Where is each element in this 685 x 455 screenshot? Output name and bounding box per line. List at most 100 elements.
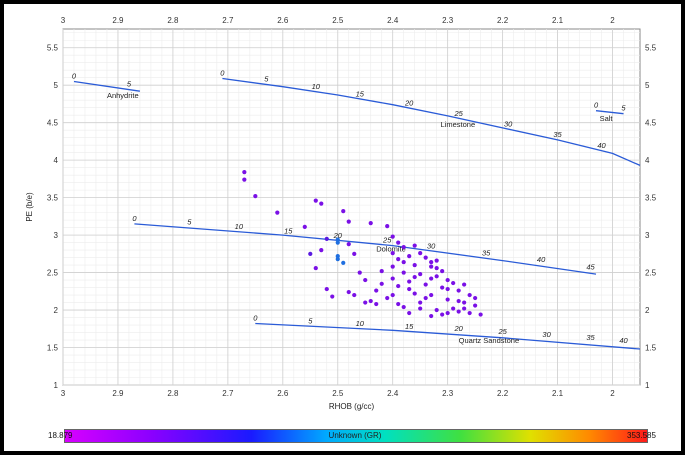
data-point bbox=[379, 268, 384, 274]
data-point bbox=[390, 276, 395, 281]
data-point bbox=[302, 224, 307, 229]
x-tick-label-bottom: 2.8 bbox=[167, 389, 179, 398]
porosity-label: 25 bbox=[453, 109, 463, 118]
data-point bbox=[363, 300, 368, 305]
data-point bbox=[357, 270, 362, 275]
data-point bbox=[434, 307, 439, 313]
data-point bbox=[434, 274, 439, 279]
data-point bbox=[324, 286, 329, 292]
data-point bbox=[379, 281, 384, 286]
data-point bbox=[418, 271, 423, 277]
data-point bbox=[440, 285, 445, 290]
x-tick-label-bottom: 2 bbox=[610, 389, 615, 398]
data-point bbox=[445, 277, 450, 283]
data-point bbox=[374, 288, 379, 293]
data-point bbox=[396, 240, 401, 245]
x-tick-label-top: 2.6 bbox=[277, 16, 289, 25]
data-point bbox=[445, 297, 450, 302]
data-point bbox=[462, 306, 467, 311]
data-point bbox=[407, 310, 412, 316]
data-point bbox=[473, 295, 478, 301]
data-point bbox=[390, 250, 395, 256]
x-tick-label-bottom: 3 bbox=[61, 389, 66, 398]
porosity-label: 15 bbox=[284, 227, 293, 236]
data-point bbox=[319, 201, 324, 206]
y-tick-label-right: 3.5 bbox=[645, 194, 657, 203]
x-tick-label-bottom: 2.6 bbox=[277, 389, 289, 398]
data-point bbox=[445, 286, 450, 292]
y-tick-label-left: 3.5 bbox=[47, 194, 59, 203]
y-tick-label-right: 5 bbox=[645, 81, 650, 90]
data-point bbox=[412, 243, 417, 248]
porosity-label: 10 bbox=[235, 222, 244, 231]
data-point bbox=[401, 259, 406, 265]
lithology-name-label: Limestone bbox=[441, 120, 476, 129]
y-tick-label-right: 4 bbox=[645, 156, 650, 165]
lithology-name-label: Quartz Sandstone bbox=[459, 336, 519, 345]
porosity-label: 15 bbox=[405, 322, 414, 331]
data-point bbox=[418, 300, 423, 305]
y-tick-label-left: 5 bbox=[54, 81, 59, 90]
data-point bbox=[456, 309, 461, 314]
y-axis-title: PE (b/e) bbox=[25, 192, 34, 222]
data-point bbox=[467, 310, 472, 316]
data-point bbox=[374, 301, 379, 307]
data-point bbox=[401, 244, 406, 250]
data-point bbox=[396, 301, 401, 307]
colorbar-title: Unknown (GR) bbox=[328, 431, 382, 440]
x-tick-label-bottom: 2.3 bbox=[442, 389, 454, 398]
porosity-label: 20 bbox=[404, 98, 414, 107]
data-point bbox=[363, 277, 368, 283]
data-point bbox=[467, 292, 472, 298]
data-point bbox=[445, 310, 450, 316]
chart-frame: 3 3 2.9 2.9 2.8 2.8 2.7 2.7 2.6 2.6 2.5 2.5 2.4 2.4 2.… bbox=[4, 4, 681, 451]
data-point bbox=[401, 304, 406, 310]
data-point bbox=[319, 247, 324, 253]
data-point bbox=[401, 270, 406, 275]
porosity-label: 35 bbox=[482, 248, 491, 257]
data-point bbox=[434, 265, 439, 271]
data-point bbox=[473, 303, 478, 308]
x-tick-label-bottom: 2.9 bbox=[112, 389, 124, 398]
data-point bbox=[313, 198, 318, 203]
plot-area bbox=[62, 28, 641, 386]
y-tick-label-left: 4 bbox=[54, 156, 59, 165]
y-tick-label-left: 2.5 bbox=[47, 269, 59, 278]
y-tick-label-right: 4.5 bbox=[645, 119, 657, 128]
data-point bbox=[429, 276, 434, 281]
data-point bbox=[423, 295, 428, 301]
porosity-label: 30 bbox=[542, 330, 551, 339]
data-point bbox=[341, 209, 346, 214]
y-tick-label-right: 5.5 bbox=[645, 44, 657, 53]
data-point bbox=[407, 279, 412, 284]
porosity-label: 35 bbox=[586, 333, 595, 342]
data-point bbox=[390, 292, 395, 298]
data-point bbox=[407, 253, 412, 259]
data-point bbox=[385, 295, 390, 301]
data-point bbox=[456, 298, 461, 304]
data-point bbox=[352, 251, 357, 256]
data-point bbox=[368, 221, 373, 226]
x-tick-label-bottom: 2.2 bbox=[497, 389, 509, 398]
data-point bbox=[308, 251, 313, 256]
porosity-label: 30 bbox=[504, 119, 513, 128]
x-tick-label-top: 2.4 bbox=[387, 16, 399, 25]
data-point bbox=[456, 288, 461, 293]
y-tick-label-right: 1.5 bbox=[645, 344, 657, 353]
data-point bbox=[462, 300, 467, 305]
data-point bbox=[451, 280, 456, 286]
x-tick-label-bottom: 2.4 bbox=[387, 389, 399, 398]
y-tick-label-left: 5.5 bbox=[47, 44, 59, 53]
x-tick-label-bottom: 2.7 bbox=[222, 389, 234, 398]
data-point bbox=[346, 219, 351, 224]
y-tick-label-right: 3 bbox=[645, 231, 650, 240]
crossplot-chart: 3 3 2.9 2.9 2.8 2.8 2.7 2.7 2.6 2.6 2.5 2.5 2.4 2.4 2.… bbox=[25, 16, 657, 411]
y-tick-label-left: 2 bbox=[54, 306, 59, 315]
y-tick-label-right: 1 bbox=[645, 381, 650, 390]
porosity-label: 25 bbox=[497, 327, 507, 336]
data-point bbox=[335, 256, 340, 262]
data-point bbox=[429, 259, 434, 265]
data-point bbox=[324, 236, 329, 241]
data-point bbox=[418, 306, 423, 311]
data-point bbox=[418, 250, 423, 256]
